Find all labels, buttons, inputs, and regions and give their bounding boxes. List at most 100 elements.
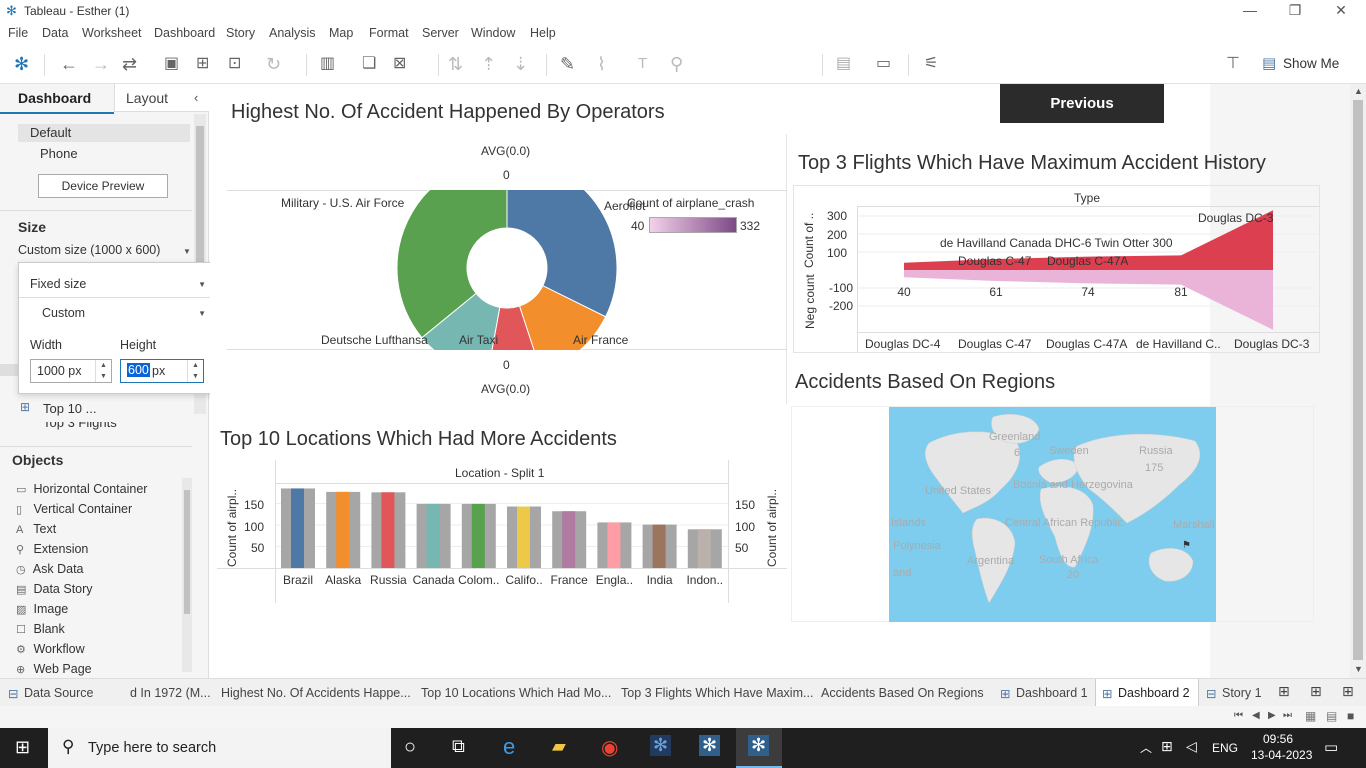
datasource-icon[interactable]: ⊟	[8, 686, 18, 701]
sheet-item-top10[interactable]: Top 10 ...	[43, 401, 96, 416]
chevron-down-icon[interactable]: ▼	[183, 247, 191, 256]
tab-sheet[interactable]: d In 1972 (M...	[130, 686, 211, 700]
previous-button[interactable]: Previous	[1000, 84, 1164, 123]
show-me-button[interactable]: Show Me	[1283, 56, 1339, 71]
object-blank[interactable]: ☐ Blank	[16, 622, 65, 636]
tab-sheet[interactable]: Highest No. Of Accidents Happe...	[221, 686, 411, 700]
clear-sheet-icon[interactable]: ⊠	[393, 54, 406, 74]
tab-data-source[interactable]: Data Source	[24, 686, 93, 700]
network-icon[interactable]: ⊞	[1161, 738, 1173, 755]
objects-scroll-thumb[interactable]	[184, 490, 190, 614]
area-series-neg-count[interactable]	[904, 270, 1273, 330]
menu-file[interactable]: File	[8, 26, 28, 40]
swap-icon[interactable]: ⇅	[448, 54, 463, 74]
scroll-thumb[interactable]	[1353, 100, 1363, 660]
save-icon[interactable]: ▣	[164, 54, 179, 74]
attach-icon[interactable]: ⌇	[597, 54, 606, 74]
menu-analysis[interactable]: Analysis	[269, 26, 316, 40]
windows-start-icon[interactable]: ⊞	[15, 737, 30, 758]
object-vertical-container[interactable]: ▯ Vertical Container	[16, 502, 132, 516]
canvas-scrollbar[interactable]: ▲ ▼	[1350, 84, 1366, 678]
tab-dashboard[interactable]: Dashboard	[18, 90, 91, 106]
duplicate-icon[interactable]: ❏	[362, 54, 376, 74]
bar-france[interactable]	[562, 511, 576, 568]
new-datasource-icon[interactable]: ⊞	[196, 54, 209, 74]
prev-sheet-icon[interactable]: ◀	[1252, 710, 1260, 721]
color-legend-gradient[interactable]	[649, 217, 737, 233]
refresh-icon[interactable]: ↻	[266, 54, 281, 74]
presentation-mode-icon[interactable]: ▭	[876, 54, 891, 74]
bar-chart[interactable]	[276, 484, 728, 570]
tab-dashboard-1[interactable]: Dashboard 1	[1016, 686, 1088, 700]
object-web-page[interactable]: ⊕ Web Page	[16, 662, 92, 676]
undo-icon[interactable]: ←	[60, 54, 78, 74]
clock-date[interactable]: 13-04-2023	[1251, 748, 1312, 762]
menu-story[interactable]: Story	[226, 26, 255, 40]
new-worksheet-icon[interactable]: ▥	[320, 54, 335, 74]
tableau-prep-icon[interactable]: ✻	[650, 735, 672, 756]
scroll-up-icon[interactable]: ▲	[1354, 86, 1363, 96]
language-indicator[interactable]: ENG	[1212, 741, 1238, 755]
menu-help[interactable]: Help	[530, 26, 556, 40]
menu-server[interactable]: Server	[422, 26, 459, 40]
volume-icon[interactable]: ◁	[1186, 738, 1197, 755]
show-cards-icon[interactable]: ▤	[836, 54, 851, 74]
next-sheet-icon[interactable]: ▶	[1268, 710, 1276, 721]
object-ask-data[interactable]: ◷ Ask Data	[16, 562, 84, 576]
tab-sheet[interactable]: Top 3 Flights Which Have Maxim...	[621, 686, 813, 700]
sheet-item-top3[interactable]: Top 3 Flights	[43, 422, 117, 430]
device-default[interactable]: Default	[30, 125, 71, 140]
size-mode-dropdown[interactable]: Fixed size ▼	[30, 277, 206, 291]
share-icon[interactable]: ⚟	[924, 54, 938, 74]
bar-indon-[interactable]	[697, 529, 711, 568]
tabs-icon[interactable]: ■	[1347, 709, 1354, 723]
minimize-icon[interactable]: —	[1235, 2, 1265, 18]
chrome-icon[interactable]: ◉	[601, 735, 618, 760]
pie-chart[interactable]	[396, 190, 618, 350]
device-preview-button[interactable]: Device Preview	[38, 174, 168, 198]
size-dropdown[interactable]: Custom size (1000 x 600)	[18, 243, 160, 257]
tableau-app-icon[interactable]: ✻	[699, 735, 721, 756]
bar-brazil[interactable]	[291, 488, 304, 568]
sort-descending-icon[interactable]: ⇣	[513, 54, 528, 74]
device-phone[interactable]: Phone	[40, 146, 78, 161]
bar-colom-[interactable]	[471, 503, 485, 568]
scroll-down-icon[interactable]: ▼	[1354, 664, 1363, 674]
sort-ascending-icon[interactable]: ⇡	[481, 54, 496, 74]
size-preset-dropdown[interactable]: Custom ▼	[42, 306, 206, 320]
pause-updates-icon[interactable]: ⊡	[228, 54, 241, 74]
first-sheet-icon[interactable]: ⏮	[1234, 710, 1243, 721]
taskbar-search[interactable]: ⚲ Type here to search	[48, 728, 391, 768]
new-story-icon[interactable]: ⊞	[1342, 683, 1354, 700]
tableau-home-icon[interactable]: ✻	[14, 54, 29, 74]
task-view-icon[interactable]: ⧉	[452, 736, 465, 757]
object-data-story[interactable]: ▤ Data Story	[16, 582, 93, 596]
replace-data-icon[interactable]: ⇄	[122, 54, 137, 74]
redo-icon[interactable]: →	[92, 54, 110, 74]
object-workflow[interactable]: ⚙ Workflow	[16, 642, 85, 656]
menu-window[interactable]: Window	[471, 26, 515, 40]
bar-india[interactable]	[652, 524, 666, 568]
tab-story-1[interactable]: Story 1	[1222, 686, 1262, 700]
notifications-icon[interactable]: ▭	[1324, 738, 1338, 756]
width-field[interactable]: 1000 px ▲ ▼	[30, 359, 112, 383]
bar-russia[interactable]	[381, 492, 395, 568]
clock-time[interactable]: 09:56	[1263, 732, 1293, 746]
filmstrip-icon[interactable]: ▤	[1326, 709, 1337, 723]
bar-alaska[interactable]	[336, 491, 350, 568]
tab-sheet[interactable]: Accidents Based On Regions	[821, 686, 984, 700]
edge-icon[interactable]: e	[503, 734, 515, 760]
bar-canada[interactable]	[426, 503, 440, 568]
collapse-pane-icon[interactable]: ‹	[194, 90, 198, 105]
pin-icon[interactable]: ⚲	[670, 54, 683, 74]
menu-worksheet[interactable]: Worksheet	[82, 26, 142, 40]
menu-format[interactable]: Format	[369, 26, 409, 40]
tab-dashboard-2[interactable]: Dashboard 2	[1118, 686, 1190, 700]
cortana-icon[interactable]: ○	[404, 736, 416, 759]
tableau-active-icon[interactable]: ✻	[748, 735, 770, 756]
new-sheet-icon[interactable]: ⊞	[1278, 683, 1290, 700]
close-icon[interactable]: ✕	[1326, 2, 1356, 19]
bar-califo-[interactable]	[517, 506, 530, 568]
object-text[interactable]: A Text	[16, 522, 56, 536]
show-me-icon[interactable]: ▤	[1262, 54, 1276, 74]
